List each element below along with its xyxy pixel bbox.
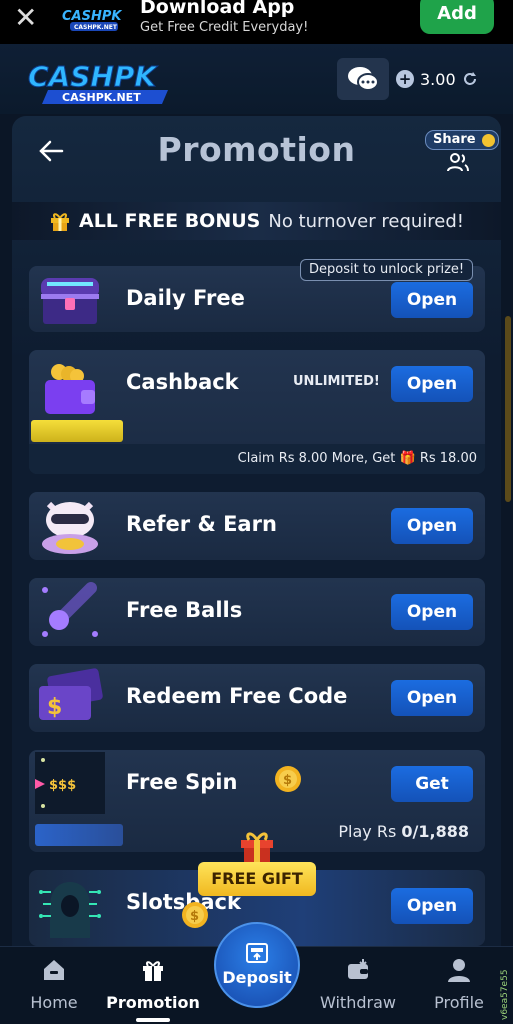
nav-label: Profile xyxy=(434,993,484,1012)
deposit-unlock-badge: Deposit to unlock prize! xyxy=(300,259,474,281)
svg-text:$: $ xyxy=(47,695,62,720)
svg-text:CASHPK: CASHPK xyxy=(62,9,122,24)
play-prefix: Play Rs xyxy=(338,822,397,841)
profile-icon xyxy=(448,959,470,982)
chat-bubbles-icon xyxy=(348,67,379,91)
nav-home[interactable]: Home xyxy=(4,957,104,1012)
redeem-code-open-button[interactable]: Open xyxy=(391,680,473,716)
share-button[interactable]: Share xyxy=(425,130,499,150)
promo-name: Free Balls xyxy=(126,598,243,622)
add-app-button[interactable]: Add xyxy=(420,0,494,34)
claim-amount: Rs 18.00 xyxy=(419,451,477,466)
bonus-note: No turnover required! xyxy=(268,210,465,232)
refer-earn-open-button[interactable]: Open xyxy=(391,508,473,544)
app-header: CASHPK CASHPK.NET + 3.00 xyxy=(0,44,513,114)
promo-name: Redeem Free Code xyxy=(126,684,348,708)
daily-free-open-button[interactable]: Open xyxy=(391,282,473,318)
svg-text:CASHPK.NET: CASHPK.NET xyxy=(62,91,141,104)
treasure-chest-icon xyxy=(41,278,99,324)
cashback-progress-bar xyxy=(31,420,123,442)
gift-nav-icon xyxy=(143,961,163,981)
banner-title: Download App xyxy=(140,0,295,18)
bonus-headline: ALL FREE BONUS xyxy=(78,210,261,232)
play-value: 0/1,888 xyxy=(401,822,469,841)
share-label: Share xyxy=(433,132,476,147)
wallet-coins-icon xyxy=(45,364,95,414)
svg-text:$: $ xyxy=(190,909,199,924)
coupon-ticket-icon: $ xyxy=(39,668,103,720)
add-funds-icon[interactable]: + xyxy=(396,70,414,88)
promo-card-free-balls[interactable]: Free Balls Open xyxy=(29,578,485,646)
slotsback-open-button[interactable]: Open xyxy=(391,888,473,924)
balance-amount: 3.00 xyxy=(420,69,456,89)
promo-name: Daily Free xyxy=(126,286,245,310)
chat-button[interactable] xyxy=(337,58,389,100)
version-tag: v6ea57e55 xyxy=(500,969,510,1020)
promo-name: Free Spin xyxy=(126,770,238,794)
close-icon[interactable]: ✕ xyxy=(14,4,42,32)
pinball-icon xyxy=(42,582,98,637)
svg-text:$$$: $$$ xyxy=(49,778,76,793)
free-spin-get-button[interactable]: Get xyxy=(391,766,473,802)
svg-text:$: $ xyxy=(283,773,292,788)
home-icon xyxy=(44,960,64,980)
deposit-button[interactable]: Deposit xyxy=(214,922,300,1008)
deposit-icon xyxy=(246,943,268,963)
svg-text:CASHPK: CASHPK xyxy=(28,60,158,93)
play-progress-text: Play Rs 0/1,888 xyxy=(338,822,469,841)
banner-subtitle: Get Free Credit Everyday! xyxy=(140,20,309,35)
coin-icon xyxy=(481,134,495,147)
free-bonus-bar: ALL FREE BONUS No turnover required! xyxy=(12,202,501,240)
refresh-icon[interactable] xyxy=(462,71,478,87)
unlimited-tag: UNLIMITED! xyxy=(293,374,380,389)
share-users-icon[interactable] xyxy=(446,152,470,172)
download-app-banner: ✕ CASHPK CASHPK.NET Download App Get Fre… xyxy=(0,0,513,44)
spin-progress-bar xyxy=(35,824,123,846)
svg-text:CASHPK.NET: CASHPK.NET xyxy=(74,24,118,31)
promo-name: Refer & Earn xyxy=(126,512,277,536)
scroll-indicator[interactable] xyxy=(505,316,511,502)
active-tab-indicator xyxy=(136,1018,170,1022)
promo-card-daily-free[interactable]: Daily Free Deposit to unlock prize! Open xyxy=(29,259,485,332)
nav-profile[interactable]: Profile xyxy=(409,957,509,1012)
gift-small-icon: 🎁 xyxy=(399,451,416,466)
nav-promotion[interactable]: Promotion xyxy=(103,957,203,1012)
free-gift-button[interactable]: FREE GIFT xyxy=(198,862,316,896)
cashpk-logo[interactable]: CASHPK CASHPK.NET xyxy=(28,56,188,106)
cashback-claim-text: Claim Rs 8.00 More, Get 🎁 Rs 18.00 xyxy=(238,451,477,466)
gift-icon xyxy=(50,213,69,231)
lucky-cat-icon xyxy=(42,501,98,554)
slot-spin-icon: $$$ xyxy=(35,752,105,814)
promotion-panel: Promotion Share ALL FREE BONUS No turnov… xyxy=(12,116,501,946)
promo-card-redeem-code[interactable]: $ Redeem Free Code Open xyxy=(29,664,485,732)
gold-coin-icon: $ xyxy=(275,766,301,792)
cashpk-banner-logo: CASHPK CASHPK.NET xyxy=(62,9,122,31)
promo-name: Cashback xyxy=(126,370,239,394)
hacker-avatar-icon xyxy=(39,882,101,938)
balance-display[interactable]: + 3.00 xyxy=(396,58,496,100)
deposit-label: Deposit xyxy=(222,968,292,987)
nav-label: Home xyxy=(30,993,78,1012)
nav-label: Promotion xyxy=(106,993,200,1012)
promo-card-refer-earn[interactable]: Refer & Earn Open xyxy=(29,492,485,560)
floating-coin-icon: $ xyxy=(182,902,208,928)
free-gift-box-icon[interactable] xyxy=(237,826,277,866)
claim-prefix: Claim Rs 8.00 More, Get xyxy=(237,451,396,466)
cashback-open-button[interactable]: Open xyxy=(391,366,473,402)
nav-label: Withdraw xyxy=(320,993,396,1012)
wallet-withdraw-icon xyxy=(348,959,368,979)
nav-withdraw[interactable]: Withdraw xyxy=(308,957,408,1012)
promo-card-cashback[interactable]: Cashback UNLIMITED! Open Claim Rs 8.00 M… xyxy=(29,350,485,474)
free-balls-open-button[interactable]: Open xyxy=(391,594,473,630)
